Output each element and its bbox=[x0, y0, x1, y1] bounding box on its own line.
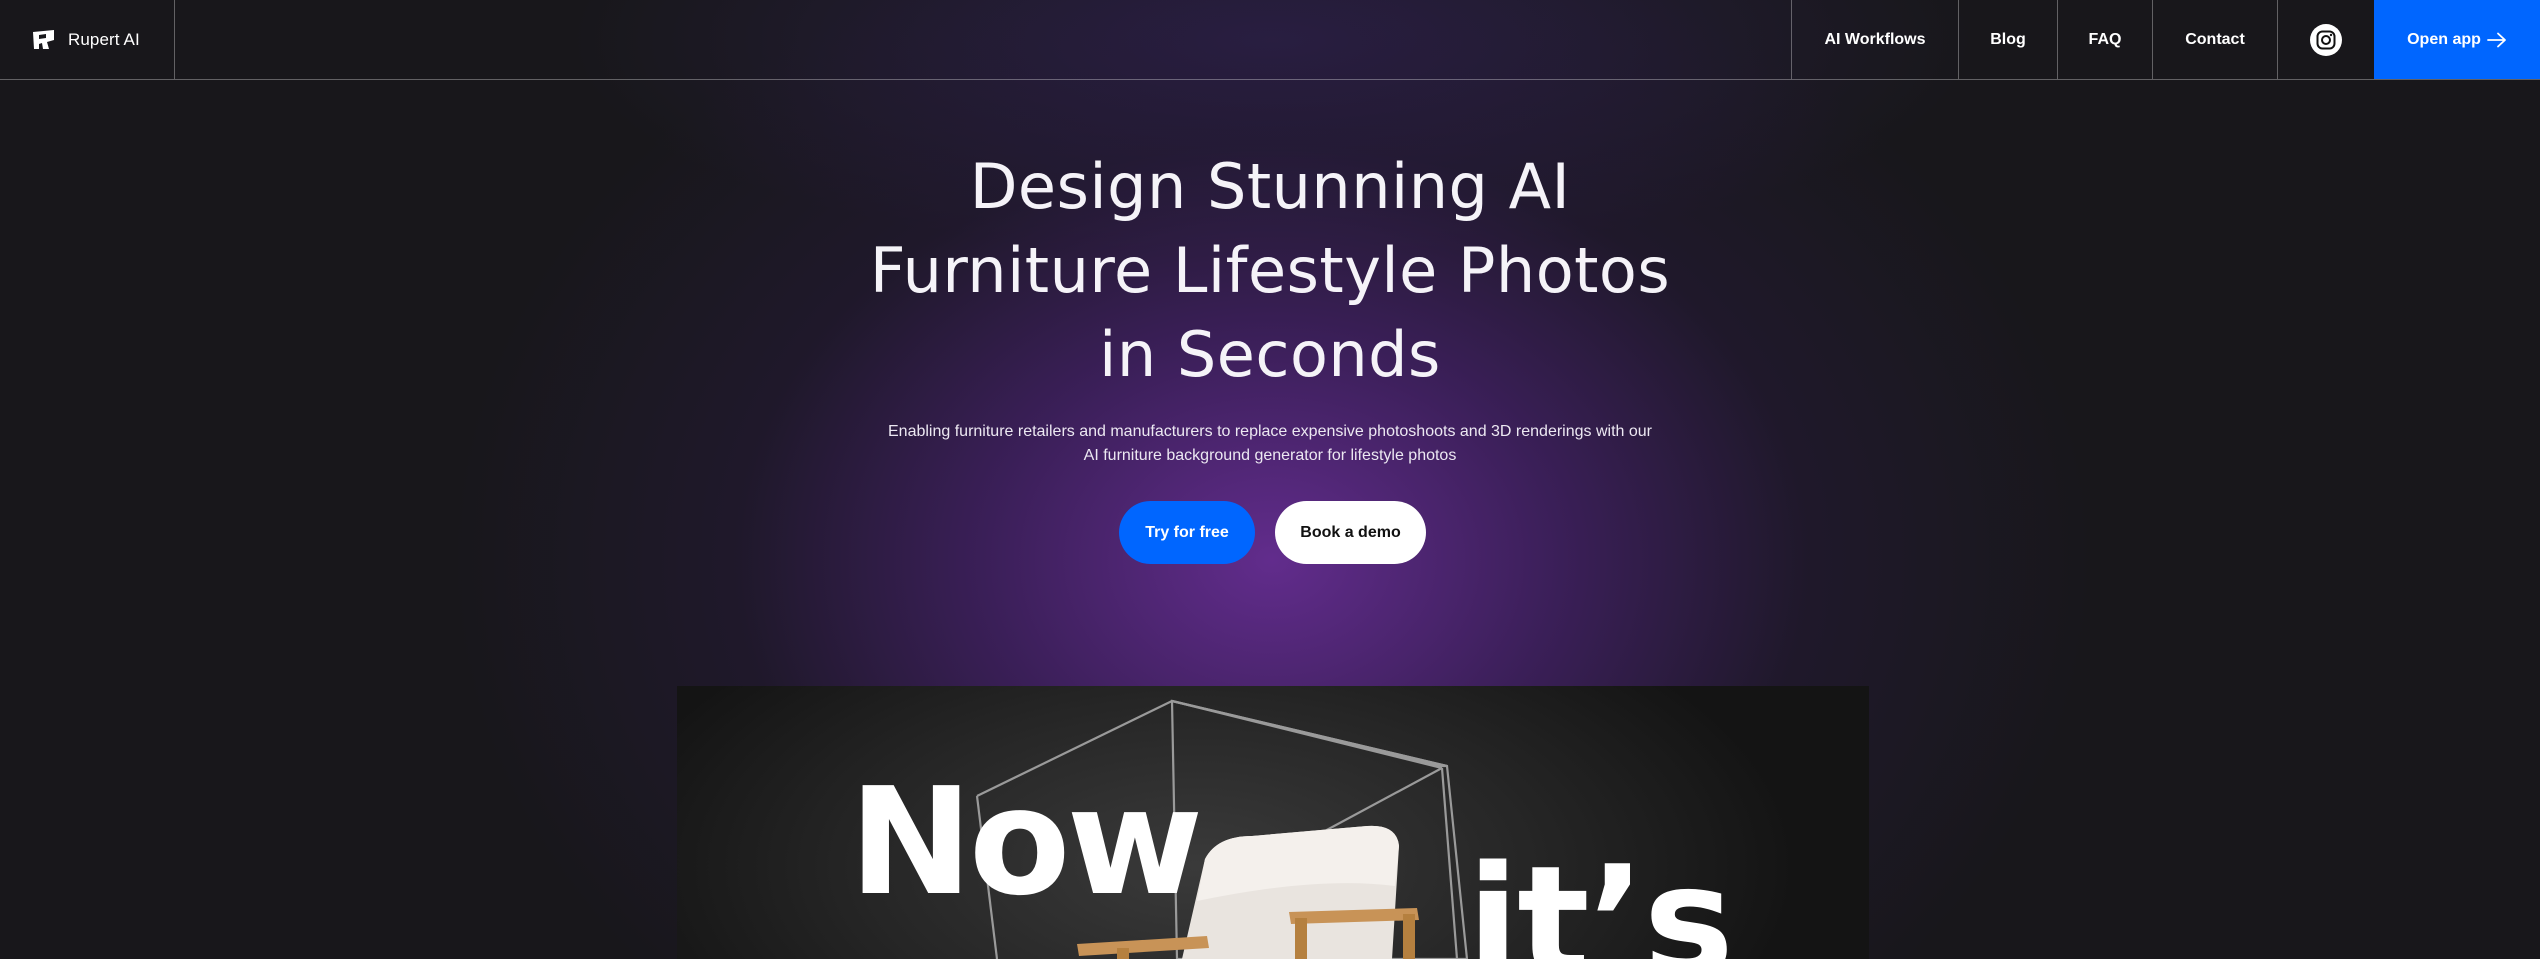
showcase-word-now: Now bbox=[849, 756, 1203, 928]
nav-link-ai-workflows[interactable]: AI Workflows bbox=[1791, 0, 1958, 79]
hero-title-line: Furniture Lifestyle Photos bbox=[869, 234, 1671, 307]
instagram-icon bbox=[2310, 23, 2342, 56]
top-navigation: Rupert AI AI Workflows Blog FAQ Contact … bbox=[0, 0, 2540, 80]
hero-title-line: Design Stunning AI bbox=[969, 150, 1571, 223]
nav-link-contact[interactable]: Contact bbox=[2152, 0, 2277, 79]
nav-link-faq[interactable]: FAQ bbox=[2057, 0, 2152, 79]
hero-showcase-media[interactable]: Now it’s bbox=[677, 686, 1869, 959]
brand-home-link[interactable]: Rupert AI bbox=[0, 0, 175, 79]
landing-page: Rupert AI AI Workflows Blog FAQ Contact … bbox=[0, 0, 2540, 959]
hero-subtitle-line: AI furniture background generator for li… bbox=[1083, 447, 1457, 464]
hero-subtitle-line: Enabling furniture retailers and manufac… bbox=[888, 423, 1652, 440]
nav-link-blog[interactable]: Blog bbox=[1958, 0, 2057, 79]
open-app-label: Open app bbox=[2407, 30, 2481, 48]
hero-subtitle: Enabling furniture retailers and manufac… bbox=[0, 420, 2540, 468]
arrow-right-icon bbox=[2486, 32, 2506, 47]
open-app-button[interactable]: Open app bbox=[2374, 0, 2540, 79]
showcase-word-its: it’s bbox=[1467, 833, 1734, 959]
rupert-logo-icon bbox=[33, 29, 54, 49]
try-for-free-button[interactable]: Try for free bbox=[1119, 501, 1255, 564]
brand-name: Rupert AI bbox=[68, 29, 140, 49]
hero-cta-group: Try for free Book a demo bbox=[1119, 501, 1426, 564]
hero-title: Design Stunning AI Furniture Lifestyle P… bbox=[0, 145, 2540, 397]
book-demo-button[interactable]: Book a demo bbox=[1275, 501, 1426, 564]
instagram-link[interactable] bbox=[2277, 0, 2374, 79]
hero-title-line: in Seconds bbox=[1099, 318, 1441, 391]
